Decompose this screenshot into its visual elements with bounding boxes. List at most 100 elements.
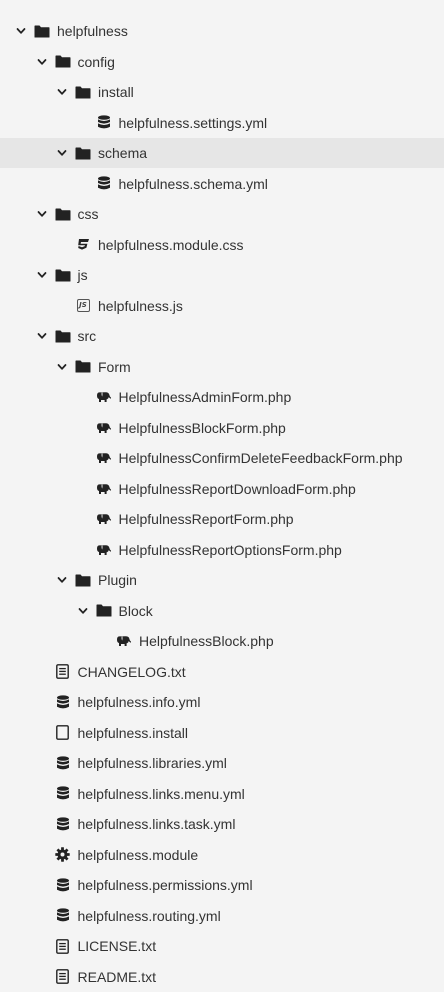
file-row-helpfulness-module-css[interactable]: helpfulness.module.css bbox=[0, 230, 444, 260]
file-label: helpfulness.info.yml bbox=[77, 694, 201, 710]
file-label: helpfulness.module bbox=[77, 846, 199, 863]
chevron-down-icon[interactable] bbox=[76, 604, 90, 618]
file-row-helpfulness-module[interactable]: helpfulness.module bbox=[0, 840, 444, 870]
file-row-helpfulness-schema-yml[interactable]: helpfulness.schema.yml bbox=[0, 169, 444, 199]
file-row-helpfulnessconfirmdeletefeedbackform-php[interactable]: HelpfulnessConfirmDeleteFeedbackForm.php bbox=[0, 443, 444, 473]
file-row-helpfulnessreportform-php[interactable]: HelpfulnessReportForm.php bbox=[0, 504, 444, 534]
database-icon bbox=[96, 115, 112, 131]
folder-icon bbox=[55, 206, 71, 222]
chevron-down-icon[interactable] bbox=[55, 146, 69, 160]
folder-label: Block bbox=[118, 602, 153, 619]
file-row-helpfulness-libraries-yml[interactable]: helpfulness.libraries.yml bbox=[0, 748, 444, 778]
file-label: HelpfulnessAdminForm.php bbox=[118, 389, 292, 405]
folder-label: install bbox=[98, 84, 134, 100]
file-row-helpfulnessblockform-php[interactable]: HelpfulnessBlockForm.php bbox=[0, 413, 444, 443]
folder-label: config bbox=[77, 53, 115, 70]
file-row-helpfulness-js[interactable]: JS helpfulness.js bbox=[0, 291, 444, 321]
folder-row-install[interactable]: install bbox=[0, 77, 444, 107]
folder-icon bbox=[75, 572, 91, 588]
file-row-helpfulness-permissions-yml[interactable]: helpfulness.permissions.yml bbox=[0, 870, 444, 900]
file-row-readme-txt[interactable]: README.txt bbox=[0, 962, 444, 992]
file-tree: helpfulness config install helpfulness.sett… bbox=[0, 0, 444, 992]
folder-label: css bbox=[77, 206, 99, 222]
file-label: LICENSE.txt bbox=[77, 938, 157, 954]
folder-icon bbox=[55, 54, 71, 70]
php-elephant-icon bbox=[96, 389, 112, 405]
folder-icon bbox=[75, 84, 91, 100]
gear-icon bbox=[55, 847, 71, 863]
folder-icon bbox=[34, 23, 50, 39]
file-row-helpfulness-links-menu-yml[interactable]: helpfulness.links.menu.yml bbox=[0, 779, 444, 809]
file-label: HelpfulnessReportOptionsForm.php bbox=[118, 541, 342, 558]
chevron-down-icon[interactable] bbox=[14, 24, 28, 38]
php-elephant-icon bbox=[96, 511, 112, 527]
chevron-down-icon[interactable] bbox=[55, 360, 69, 374]
file-row-helpfulnessadminform-php[interactable]: HelpfulnessAdminForm.php bbox=[0, 382, 444, 412]
folder-label: src bbox=[77, 328, 97, 344]
file-row-helpfulness-info-yml[interactable]: helpfulness.info.yml bbox=[0, 687, 444, 717]
chevron-down-icon[interactable] bbox=[35, 55, 49, 69]
folder-row-helpfulness[interactable]: helpfulness bbox=[0, 16, 444, 46]
php-elephant-icon bbox=[96, 450, 112, 466]
file-label: helpfulness.libraries.yml bbox=[77, 755, 227, 771]
file-label: CHANGELOG.txt bbox=[77, 663, 186, 680]
file-label: helpfulness.permissions.yml bbox=[77, 877, 253, 893]
file-label: HelpfulnessConfirmDeleteFeedbackForm.php bbox=[118, 450, 403, 466]
php-elephant-icon bbox=[96, 542, 112, 558]
folder-row-js[interactable]: js bbox=[0, 260, 444, 290]
php-elephant-icon bbox=[96, 481, 112, 497]
file-label: helpfulness.schema.yml bbox=[118, 175, 268, 192]
text-file-icon bbox=[55, 938, 71, 954]
database-icon bbox=[55, 908, 71, 924]
file-label: HelpfulnessBlock.php bbox=[139, 633, 274, 649]
folder-icon bbox=[96, 603, 112, 619]
file-row-changelog-txt[interactable]: CHANGELOG.txt bbox=[0, 657, 444, 687]
file-label: README.txt bbox=[77, 968, 157, 985]
file-row-helpfulnessreportoptionsform-php[interactable]: HelpfulnessReportOptionsForm.php bbox=[0, 535, 444, 565]
folder-row-css[interactable]: css bbox=[0, 199, 444, 229]
folder-label: js bbox=[77, 267, 88, 283]
css3-icon bbox=[75, 237, 91, 253]
folder-row-block[interactable]: Block bbox=[0, 596, 444, 626]
text-file-icon bbox=[55, 664, 71, 680]
file-row-helpfulnessblock-php[interactable]: HelpfulnessBlock.php bbox=[0, 626, 444, 656]
folder-row-schema[interactable]: schema bbox=[0, 138, 444, 168]
database-icon bbox=[55, 786, 71, 802]
folder-label: Form bbox=[98, 358, 131, 375]
database-icon bbox=[55, 877, 71, 893]
file-row-helpfulness-links-task-yml[interactable]: helpfulness.links.task.yml bbox=[0, 809, 444, 839]
php-elephant-icon bbox=[96, 420, 112, 436]
folder-row-src[interactable]: src bbox=[0, 321, 444, 351]
file-label: helpfulness.routing.yml bbox=[77, 907, 221, 924]
file-label: helpfulness.settings.yml bbox=[118, 114, 268, 131]
file-row-helpfulness-install[interactable]: helpfulness.install bbox=[0, 718, 444, 748]
php-elephant-icon bbox=[116, 633, 132, 649]
folder-row-plugin[interactable]: Plugin bbox=[0, 565, 444, 595]
file-row-helpfulness-settings-yml[interactable]: helpfulness.settings.yml bbox=[0, 108, 444, 138]
folder-icon bbox=[55, 267, 71, 283]
text-file-icon bbox=[55, 969, 71, 985]
file-label: HelpfulnessReportDownloadForm.php bbox=[118, 480, 356, 497]
file-row-helpfulnessreportdownloadform-php[interactable]: HelpfulnessReportDownloadForm.php bbox=[0, 474, 444, 504]
database-icon bbox=[55, 816, 71, 832]
folder-label: Plugin bbox=[98, 572, 137, 588]
folder-row-form[interactable]: Form bbox=[0, 352, 444, 382]
file-row-helpfulness-routing-yml[interactable]: helpfulness.routing.yml bbox=[0, 901, 444, 931]
blank-file-icon bbox=[55, 725, 71, 741]
database-icon bbox=[55, 755, 71, 771]
file-row-license-txt[interactable]: LICENSE.txt bbox=[0, 931, 444, 961]
file-label: helpfulness.js bbox=[98, 297, 183, 314]
folder-icon bbox=[55, 328, 71, 344]
folder-icon bbox=[75, 145, 91, 161]
folder-row-config[interactable]: config bbox=[0, 47, 444, 77]
chevron-down-icon[interactable] bbox=[35, 268, 49, 282]
chevron-down-icon[interactable] bbox=[55, 573, 69, 587]
chevron-down-icon[interactable] bbox=[35, 207, 49, 221]
database-icon bbox=[55, 694, 71, 710]
chevron-down-icon[interactable] bbox=[55, 85, 69, 99]
file-label: helpfulness.links.menu.yml bbox=[77, 785, 245, 802]
database-icon bbox=[96, 176, 112, 192]
folder-icon bbox=[75, 359, 91, 375]
folder-label: helpfulness bbox=[57, 23, 128, 39]
chevron-down-icon[interactable] bbox=[35, 329, 49, 343]
